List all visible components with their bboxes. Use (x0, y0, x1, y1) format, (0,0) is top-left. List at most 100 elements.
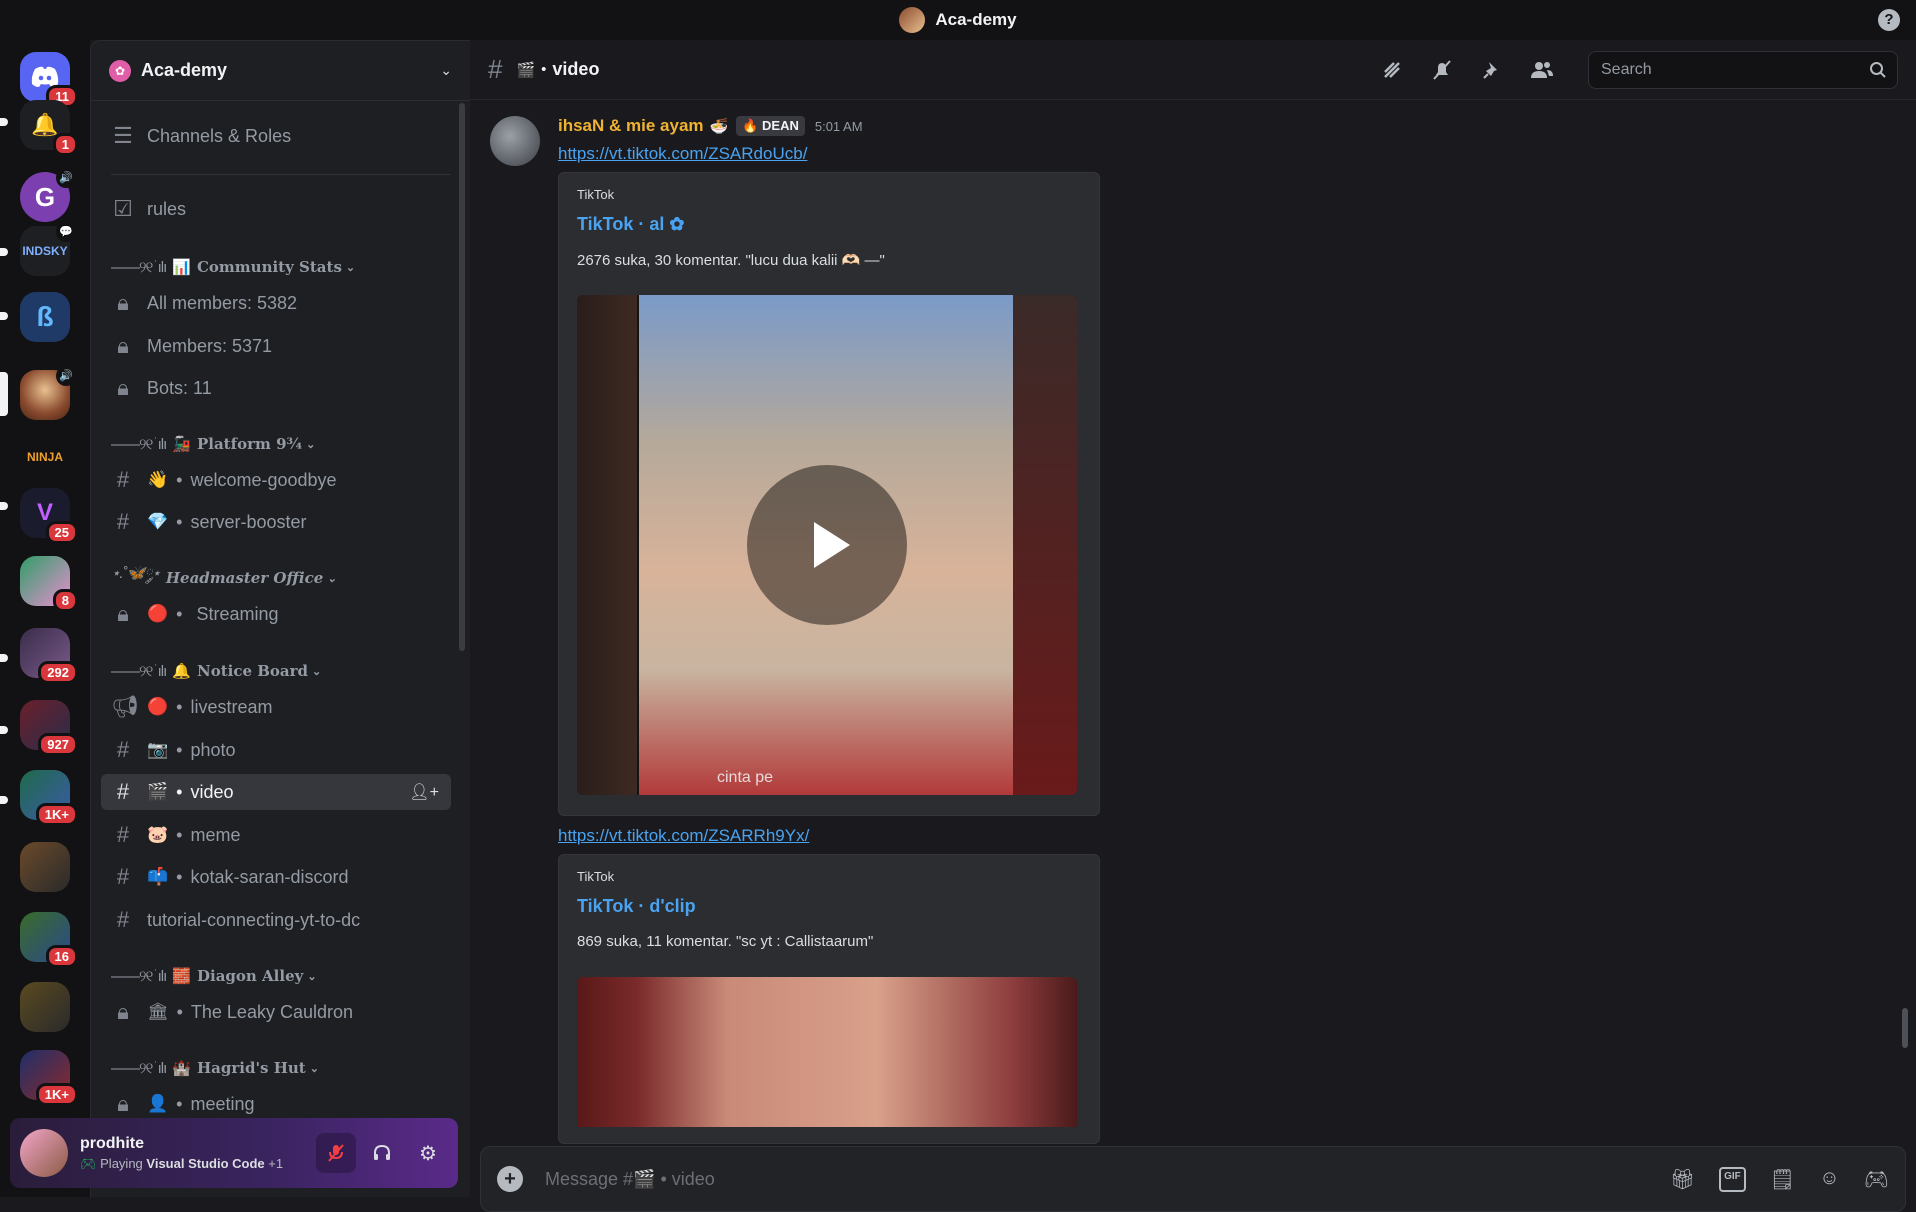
channel-streaming[interactable]: 🔒︎ 🔴 • Streaming (101, 596, 451, 632)
category-label: Notice Board (196, 662, 309, 680)
channel-tutorial[interactable]: # tutorial-connecting-yt-to-dc (101, 902, 451, 938)
channel-meeting[interactable]: 🔒︎ 👤 • meeting (101, 1086, 451, 1122)
role-badge[interactable]: 🔥 DEAN (736, 116, 805, 136)
pinned-messages-button[interactable] (1480, 58, 1504, 82)
channel-label: Bots: 11 (147, 377, 212, 398)
server-icon-aca-demy[interactable]: 🔊 (20, 366, 76, 420)
tiktok-link-1[interactable]: https://vt.tiktok.com/ZSARdoUcb/ (558, 144, 807, 164)
activities-icon[interactable]: 🎮︎ (1864, 1167, 1889, 1192)
chat-scrollbar[interactable] (1902, 1008, 1908, 1048)
b-logo-icon: ß (20, 292, 70, 342)
server-icon-anime[interactable]: 8 (20, 556, 78, 612)
unread-pill (0, 654, 8, 662)
server-folder-5[interactable]: 16 (20, 912, 78, 968)
search-box[interactable] (1588, 50, 1898, 89)
emoji-icon[interactable]: ☺ (1819, 1167, 1839, 1192)
server-folder-1[interactable]: 292 (20, 628, 78, 684)
channel-video[interactable]: # 🎬 • video 👤︎+ (101, 774, 451, 810)
server-folder-4[interactable] (20, 842, 70, 892)
channel-meme[interactable]: # 🐷 • meme (101, 817, 451, 853)
separator-dot: • (176, 696, 183, 717)
sidebar-scrollbar[interactable] (459, 103, 465, 651)
author-name[interactable]: ihsaN & mie ayam (558, 116, 704, 136)
server-icon-ninja[interactable]: NINJA (20, 432, 70, 482)
server-icon-g[interactable]: G 🔊 (20, 168, 76, 222)
chevron-down-icon: ⌄ (306, 438, 316, 451)
category-ornament: ⋆.˚🦋༘⋆ (111, 565, 161, 582)
channel-rules[interactable]: ☑ rules (101, 191, 451, 227)
channel-members[interactable]: 🔒︎ Members: 5371 (101, 328, 451, 364)
channel-label: server-booster (190, 511, 307, 532)
channel-label: video (190, 781, 234, 802)
category-notice-board[interactable]: ——୨୧ ׂ ılı 🔔 Notice Board ⌄ (111, 659, 321, 683)
discord-home-button[interactable]: 11 (20, 52, 78, 108)
channel-label: photo (190, 739, 236, 760)
channel-bots[interactable]: 🔒︎ Bots: 11 (101, 370, 451, 406)
category-platform[interactable]: ——୨୧ ׂ ılı 🚂 Platform 9¾ ⌄ (111, 432, 315, 456)
channel-server-booster[interactable]: # 💎 • server-booster (101, 504, 451, 540)
video-side-blur (1013, 295, 1077, 795)
category-community-stats[interactable]: ——୨୧ ׂ ılı 📊 Community Stats ⌄ (111, 255, 355, 279)
channel-livestream[interactable]: 📢︎ 🔴 • livestream (101, 689, 451, 725)
message-composer: + 🎁︎ GIF 🗒︎ ☺ 🎮︎ (480, 1146, 1906, 1212)
message-input[interactable] (543, 1167, 1670, 1191)
embed-provider: TikTok (577, 187, 615, 202)
video-thumbnail[interactable] (577, 977, 1077, 1127)
author-avatar[interactable] (490, 116, 540, 166)
lock-icon: 🔒︎ (117, 290, 129, 315)
notification-settings-button[interactable] (1430, 58, 1454, 82)
server-folder-2[interactable]: 927 (20, 700, 78, 756)
separator-dot: • (176, 739, 183, 760)
channel-kotak-saran[interactable]: # 📫 • kotak-saran-discord (101, 859, 451, 895)
unread-pill (0, 248, 8, 256)
headphones-button[interactable] (362, 1133, 402, 1173)
lock-icon: 🔒︎ (117, 333, 129, 358)
help-icon[interactable]: ? (1878, 9, 1900, 31)
gif-icon[interactable]: GIF (1719, 1166, 1746, 1192)
category-label: Hagrid's Hut (196, 1059, 306, 1077)
video-caption: cinta pe (717, 769, 774, 786)
category-headmaster-office[interactable]: ⋆.˚🦋༘⋆ Headmaster Office ⌄ (111, 565, 337, 590)
server-folder-7[interactable]: 1K+ (20, 1050, 78, 1106)
server-icon-indosky[interactable]: INDSKY 💬 (20, 222, 76, 276)
channel-emoji: 👤 (147, 1094, 169, 1113)
sticker-icon[interactable]: 🗒︎ (1770, 1167, 1795, 1192)
video-thumbnail[interactable]: cinta pe (577, 295, 1077, 795)
server-icon-b[interactable]: ß (20, 292, 70, 342)
guild-header[interactable]: ✿ Aca-demy ⌄ (91, 41, 470, 101)
member-list-button[interactable] (1530, 58, 1554, 82)
role-label: DEAN (762, 118, 799, 133)
embed-title[interactable]: TikTok · d'clip (577, 896, 1081, 917)
user-avatar[interactable] (20, 1129, 68, 1177)
channel-all-members[interactable]: 🔒︎ All members: 5382 (101, 285, 451, 321)
channel-welcome-goodbye[interactable]: # 👋 • welcome-goodbye (101, 462, 451, 498)
guild-badge-icon: ✿ (109, 59, 131, 82)
category-hagrids-hut[interactable]: ——୨୧ ׂ ılı 🏰 Hagrid's Hut ⌄ (111, 1056, 319, 1080)
play-button[interactable] (747, 465, 907, 625)
unread-pill (0, 312, 8, 320)
user-info[interactable]: prodhite 🎮︎ Playing Visual Studio Code +… (80, 1135, 283, 1172)
add-attachment-button[interactable]: + (497, 1166, 523, 1192)
hash-icon: # (488, 54, 503, 84)
threads-button[interactable] (1380, 58, 1404, 82)
server-folder-3[interactable]: 1K+ (20, 770, 78, 826)
server-icon-v[interactable]: V 25 (20, 488, 78, 544)
headphones-icon (374, 1144, 390, 1160)
channels-and-roles[interactable]: ☰ Channels & Roles (101, 118, 451, 154)
channel-leaky-cauldron[interactable]: 🔒︎ 🏛 • The Leaky Cauldron (101, 994, 451, 1030)
lock-icon: 🔒︎ (117, 601, 129, 626)
embed-title-text: TikTok · al (577, 214, 665, 234)
embed-title[interactable]: TikTok · al ✿ (577, 214, 1081, 235)
mute-microphone-button[interactable] (316, 1133, 356, 1173)
settings-button[interactable]: ⚙ (408, 1133, 448, 1173)
notifications-button[interactable]: 🔔 1 (20, 100, 78, 156)
invite-member-icon[interactable]: 👤︎+ (409, 782, 439, 802)
server-rail: 11 🔔 1 G 🔊 INDSKY 💬 ß 🔊 NINJA V 25 8 292 (0, 40, 90, 1197)
unread-pill (0, 796, 8, 804)
channel-photo[interactable]: # 📷 • photo (101, 732, 451, 768)
search-input[interactable] (1599, 59, 1869, 80)
server-folder-6[interactable] (20, 982, 70, 1032)
category-diagon-alley[interactable]: ——୨୧ ׂ ılı 🧱 Diagon Alley ⌄ (111, 964, 317, 988)
tiktok-link-2[interactable]: https://vt.tiktok.com/ZSARRh9Yx/ (558, 826, 809, 846)
gift-icon[interactable]: 🎁︎ (1670, 1167, 1695, 1192)
